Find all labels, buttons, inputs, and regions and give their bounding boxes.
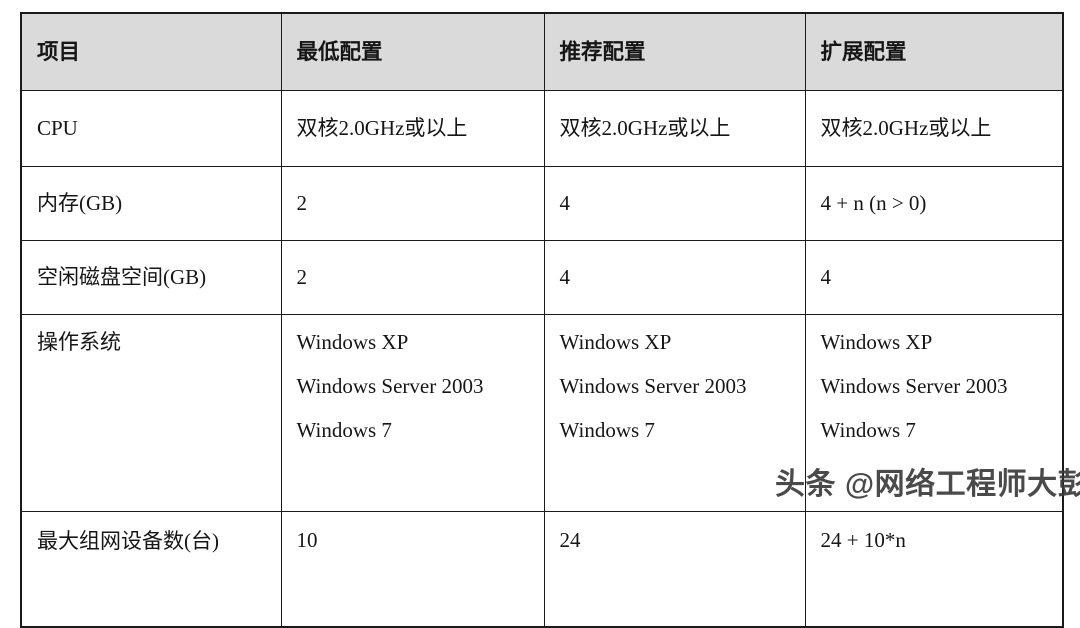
os-option: Windows Server 2003: [559, 373, 747, 398]
cell-disk-extended: 4: [804, 240, 1064, 315]
cell-devices-minimum: 10: [280, 511, 545, 628]
cell-memory-recommended: 4: [543, 166, 806, 241]
row-label-text: 最大组网设备数(台): [37, 529, 219, 553]
table-body: CPU 双核2.0GHz或以上 双核2.0GHz或以上 双核2.0GHz或以上 …: [20, 90, 1064, 628]
cell-os-minimum: Windows XP Windows Server 2003 Windows 7: [280, 314, 545, 512]
cell-devices-extended: 24 + 10*n: [804, 511, 1064, 628]
cell-os-recommended: Windows XP Windows Server 2003 Windows 7: [543, 314, 806, 512]
table-header: 项目 最低配置 推荐配置 扩展配置: [20, 12, 1064, 91]
row-label-max-network-devices: 最大组网设备数(台): [20, 511, 282, 628]
os-option: Windows 7: [820, 417, 916, 442]
table-row: 内存(GB) 2 4 4 + n (n > 0): [20, 166, 1064, 241]
table-header-row: 项目 最低配置 推荐配置 扩展配置: [20, 12, 1064, 91]
row-label-operating-system: 操作系统: [20, 314, 282, 512]
table-row: 最大组网设备数(台) 10 24 24 + 10*n: [20, 511, 1064, 628]
os-option: Windows XP: [296, 330, 409, 354]
table-row: 空闲磁盘空间(GB) 2 4 4: [20, 240, 1064, 315]
column-header-recommended: 推荐配置: [543, 12, 806, 91]
column-header-minimum: 最低配置: [280, 12, 545, 91]
os-option: Windows Server 2003: [820, 373, 1008, 398]
cell-devices-recommended: 24: [543, 511, 806, 628]
row-label-free-disk-space: 空闲磁盘空间(GB): [20, 240, 282, 315]
row-label-memory: 内存(GB): [20, 166, 282, 241]
table-row: 操作系统 Windows XP Windows Server 2003 Wind…: [20, 314, 1064, 512]
cell-cpu-minimum: 双核2.0GHz或以上: [280, 90, 545, 167]
spec-table-container: 项目 最低配置 推荐配置 扩展配置 CPU 双核2.0GHz或以上 双核2.0G…: [20, 12, 1064, 628]
column-header-item: 项目: [20, 12, 282, 91]
system-requirements-table: 项目 最低配置 推荐配置 扩展配置 CPU 双核2.0GHz或以上 双核2.0G…: [20, 12, 1064, 628]
os-option: Windows 7: [296, 417, 392, 442]
os-option: Windows 7: [559, 417, 655, 442]
os-option: Windows XP: [559, 330, 672, 354]
cell-disk-minimum: 2: [280, 240, 545, 315]
row-label-cpu: CPU: [20, 90, 282, 167]
cell-memory-minimum: 2: [280, 166, 545, 241]
cell-disk-recommended: 4: [543, 240, 806, 315]
table-row: CPU 双核2.0GHz或以上 双核2.0GHz或以上 双核2.0GHz或以上: [20, 90, 1064, 167]
cell-os-extended: Windows XP Windows Server 2003 Windows 7: [804, 314, 1064, 512]
cell-memory-extended: 4 + n (n > 0): [804, 166, 1064, 241]
column-header-extended: 扩展配置: [804, 12, 1064, 91]
os-option: Windows Server 2003: [296, 373, 484, 398]
cell-cpu-extended: 双核2.0GHz或以上: [804, 90, 1064, 167]
cell-cpu-recommended: 双核2.0GHz或以上: [543, 90, 806, 167]
os-option: Windows XP: [820, 330, 933, 354]
